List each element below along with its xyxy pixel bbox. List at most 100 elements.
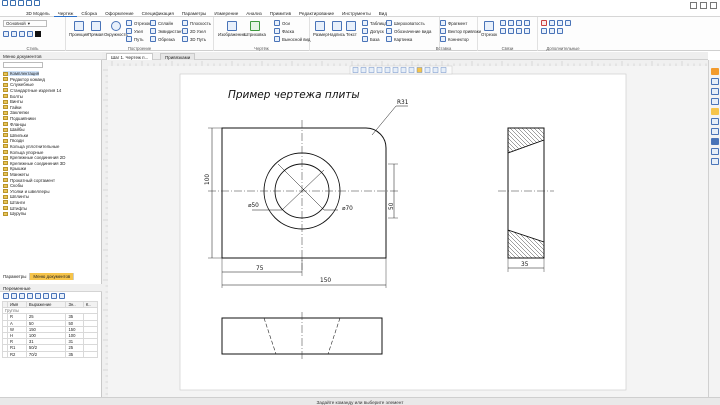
picture-item[interactable]: Картинка: [386, 36, 412, 42]
build-node[interactable]: Узел: [126, 28, 143, 34]
add-variable-icon[interactable]: [3, 293, 9, 299]
detail-view-item[interactable]: Выносной вид: [274, 36, 310, 42]
chamfer-item[interactable]: Фаска: [274, 28, 294, 34]
equal-icon[interactable]: [516, 28, 522, 34]
snap-highlight-icon[interactable]: [416, 67, 423, 73]
snap-point-icon[interactable]: [424, 67, 431, 73]
view-label-item[interactable]: Обозначение вида: [386, 28, 431, 34]
line-weight-icon[interactable]: [11, 31, 17, 37]
orbit-icon[interactable]: [711, 68, 719, 75]
sketch-icon[interactable]: [557, 20, 563, 26]
drawing-canvas[interactable]: Пример чертежа плиты ⌀50 ⌀70 R31 100 50 …: [102, 60, 708, 398]
close-icon[interactable]: [710, 2, 717, 9]
vertical-icon[interactable]: [508, 28, 514, 34]
build-path[interactable]: Путь: [126, 36, 143, 42]
group-icon[interactable]: [35, 293, 41, 299]
coincident-icon[interactable]: [524, 20, 530, 26]
tree-item[interactable]: Скобы: [3, 183, 23, 188]
tree-item[interactable]: Штанги: [3, 200, 25, 205]
copy-icon[interactable]: [51, 293, 57, 299]
tree-item[interactable]: Болты: [3, 93, 23, 99]
build-segment[interactable]: Отрезок: [126, 20, 150, 26]
view-iso-icon[interactable]: [711, 138, 719, 145]
tree-item[interactable]: Шплинты: [3, 194, 29, 199]
table-cell[interactable]: R2: [7, 350, 27, 358]
build-trim[interactable]: Обрезка: [150, 36, 175, 42]
line-style-icon[interactable]: [3, 31, 9, 37]
text-button[interactable]: Текст: [346, 21, 357, 37]
snap-tangent-icon[interactable]: [376, 67, 383, 73]
tree-item[interactable]: Шпильки: [3, 133, 28, 138]
zoom-fit-icon[interactable]: [711, 98, 719, 105]
snap-center-icon[interactable]: [368, 67, 375, 73]
axes-item[interactable]: Оси: [274, 20, 290, 26]
undo-icon[interactable]: [26, 0, 32, 6]
table-cell[interactable]: 70/2: [25, 350, 67, 358]
roughness-item[interactable]: Шероховатость: [386, 20, 425, 26]
style-select[interactable]: Основной ▾: [3, 20, 47, 27]
color-swatch[interactable]: [35, 31, 41, 37]
tree-item[interactable]: Винты: [3, 99, 23, 104]
tree-item[interactable]: Крышки: [3, 166, 26, 171]
tree-item[interactable]: Крепежные соединения 3D: [3, 161, 65, 166]
build-offset[interactable]: Эквидистанта: [150, 28, 186, 34]
snap-angle-icon[interactable]: [432, 67, 439, 73]
save-icon[interactable]: [18, 0, 24, 6]
redo-icon[interactable]: [34, 0, 40, 6]
horizontal-icon[interactable]: [500, 28, 506, 34]
tree-item[interactable]: Шайбы: [3, 127, 25, 132]
up-icon[interactable]: [19, 293, 25, 299]
dimension-button[interactable]: Размер: [313, 21, 328, 37]
projection-button[interactable]: Проекция: [69, 21, 88, 37]
tree-item[interactable]: Манжеты: [3, 172, 29, 177]
open-file-icon[interactable]: [10, 0, 16, 6]
tree-item[interactable]: Кольца упорные: [3, 149, 43, 155]
tree-item[interactable]: Комплектация: [3, 71, 40, 77]
tree-item[interactable]: Редактор команд: [3, 77, 45, 82]
zoom-in-icon[interactable]: [711, 78, 719, 85]
refresh-icon[interactable]: [43, 293, 49, 299]
tree-item[interactable]: Гайки: [3, 105, 21, 110]
circle-button[interactable]: Окружность: [104, 21, 128, 37]
pen-icon[interactable]: [27, 31, 33, 37]
tree-item[interactable]: Прокатный сортамент: [3, 177, 55, 183]
line-button[interactable]: Прямая: [88, 21, 103, 37]
array-icon[interactable]: [541, 28, 547, 34]
snap-line-icon[interactable]: [408, 67, 415, 73]
fix-icon[interactable]: [524, 28, 530, 34]
show-links-icon[interactable]: [549, 20, 555, 26]
note-button[interactable]: Надпись: [328, 21, 345, 37]
minimize-icon[interactable]: [690, 2, 697, 9]
filter-select[interactable]: [3, 62, 43, 68]
tree-item[interactable]: Подшипники: [3, 116, 36, 121]
tree-item[interactable]: Кольца уплотнительные: [3, 144, 59, 149]
layer-icon[interactable]: [19, 31, 25, 37]
tab-drawing[interactable]: Шаг 1. Чертеж п...: [106, 53, 154, 60]
delete-variable-icon[interactable]: [11, 293, 17, 299]
view-top-icon[interactable]: [711, 128, 719, 135]
snap-end-icon[interactable]: [384, 67, 391, 73]
snap-perp-icon[interactable]: [440, 67, 447, 73]
paste-icon[interactable]: [59, 293, 65, 299]
tangent-icon[interactable]: [516, 20, 522, 26]
segment-link-button[interactable]: Отрезок: [481, 21, 497, 37]
view-button[interactable]: Изображение: [218, 21, 245, 37]
hatch-button[interactable]: Штриховка: [244, 21, 266, 37]
new-file-icon[interactable]: [2, 0, 8, 6]
build-plane[interactable]: Плоскость: [182, 20, 211, 26]
display-mode-icon[interactable]: [711, 158, 719, 165]
zoom-out-icon[interactable]: [711, 88, 719, 95]
perpendicular-icon[interactable]: [508, 20, 514, 26]
tree-item[interactable]: Штифты: [3, 205, 27, 211]
build-2d-node[interactable]: 2D Узел: [182, 28, 206, 34]
tree-item[interactable]: Крепежные соединения 2D: [3, 155, 65, 160]
snap-middle-icon[interactable]: [392, 67, 399, 73]
datum-item[interactable]: База: [362, 36, 380, 42]
snap-intersection-icon[interactable]: [400, 67, 407, 73]
pan-icon[interactable]: [711, 108, 719, 115]
tree-item[interactable]: Служебные: [3, 82, 34, 87]
build-spline[interactable]: Сплайн: [150, 20, 173, 26]
mirror-icon[interactable]: [565, 20, 571, 26]
table-cell[interactable]: [82, 350, 99, 358]
snap-vector-item[interactable]: Вектор привязки: [440, 28, 481, 34]
